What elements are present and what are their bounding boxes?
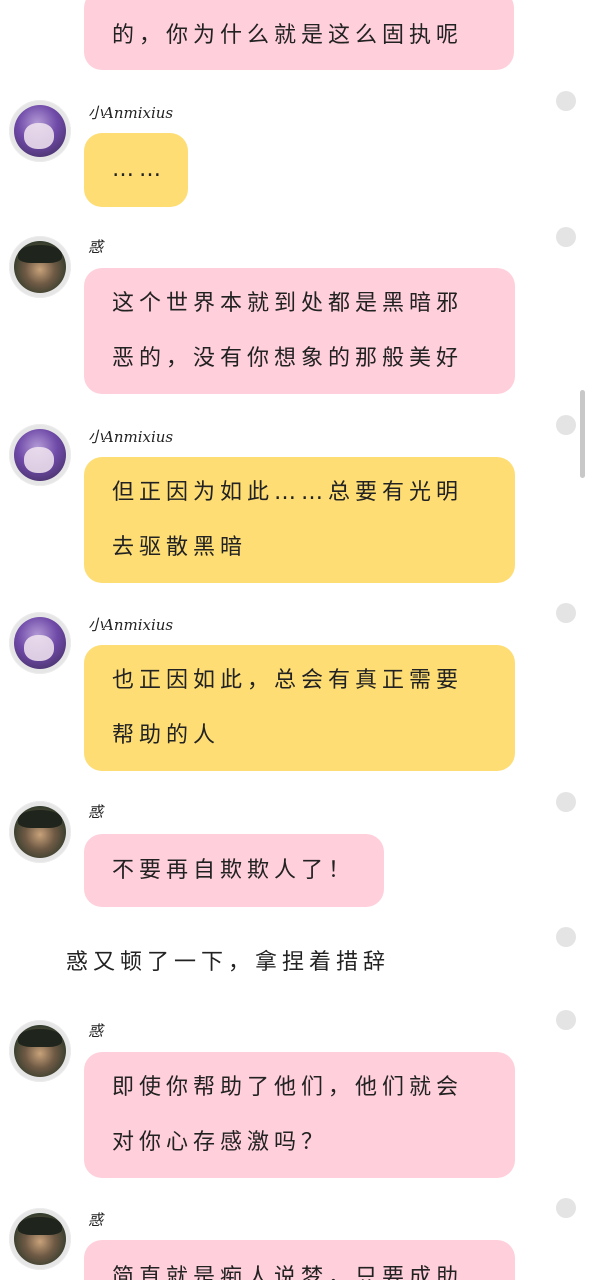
message-line: 去驱散黑暗 xyxy=(112,535,248,560)
message-line: 帮助的人 xyxy=(112,723,221,748)
message-bubble[interactable]: 也正因如此，总会有真正需要 帮助的人 xyxy=(84,645,515,771)
message-text: …… xyxy=(112,157,166,182)
message-line: 对你心存感激吗？ xyxy=(112,1130,329,1155)
avatar[interactable] xyxy=(9,236,71,298)
sender-name: 小Anmixius xyxy=(88,616,174,634)
message-select-dot[interactable] xyxy=(556,927,576,947)
sender-name: 惑 xyxy=(88,1022,104,1040)
message-line: 即使你帮助了他们，他们就会 xyxy=(112,1075,464,1100)
message-bubble[interactable]: 但正因为如此……总要有光明 去驱散黑暗 xyxy=(84,457,515,583)
message-select-dot[interactable] xyxy=(556,792,576,812)
sender-name: 小Anmixius xyxy=(88,428,174,446)
avatar-image xyxy=(14,241,66,293)
avatar[interactable] xyxy=(9,424,71,486)
sender-name: 惑 xyxy=(88,803,104,821)
message-select-dot[interactable] xyxy=(556,1010,576,1030)
message-select-dot[interactable] xyxy=(556,227,576,247)
narration-text: 惑又顿了一下，拿捏着措辞 xyxy=(66,950,391,975)
message-text: 的，你为什么就是这么固执呢 xyxy=(112,23,464,48)
avatar[interactable] xyxy=(9,1208,71,1270)
sender-name: 小Anmixius xyxy=(88,104,174,122)
avatar-image xyxy=(14,617,66,669)
avatar-image xyxy=(14,429,66,481)
message-select-dot[interactable] xyxy=(556,415,576,435)
avatar[interactable] xyxy=(9,100,71,162)
sender-name: 惑 xyxy=(88,238,104,256)
message-line: 这个世界本就到处都是黑暗邪 xyxy=(112,291,464,316)
sender-name: 惑 xyxy=(88,1211,104,1229)
message-text: 不要再自欺欺人了！ xyxy=(112,858,356,883)
avatar[interactable] xyxy=(9,612,71,674)
message-bubble[interactable]: 不要再自欺欺人了！ xyxy=(84,834,384,907)
message-line: 但正因为如此……总要有光明 xyxy=(112,480,464,505)
message-bubble[interactable]: …… xyxy=(84,133,188,207)
message-line: 恶的，没有你想象的那般美好 xyxy=(112,346,464,371)
message-bubble[interactable]: 简直就是痴人说梦，只要成助 xyxy=(84,1240,515,1280)
message-select-dot[interactable] xyxy=(556,1198,576,1218)
message-select-dot[interactable] xyxy=(556,91,576,111)
message-bubble[interactable]: 即使你帮助了他们，他们就会 对你心存感激吗？ xyxy=(84,1052,515,1178)
avatar-image xyxy=(14,1025,66,1077)
scrollbar[interactable] xyxy=(580,390,585,478)
message-line: 也正因如此，总会有真正需要 xyxy=(112,668,464,693)
message-bubble[interactable]: 这个世界本就到处都是黑暗邪 恶的，没有你想象的那般美好 xyxy=(84,268,515,394)
message-bubble[interactable]: 的，你为什么就是这么固执呢 xyxy=(84,0,514,70)
avatar[interactable] xyxy=(9,801,71,863)
message-text: 简直就是痴人说梦，只要成助 xyxy=(112,1265,464,1280)
message-select-dot[interactable] xyxy=(556,603,576,623)
avatar-image xyxy=(14,105,66,157)
avatar[interactable] xyxy=(9,1020,71,1082)
avatar-image xyxy=(14,1213,66,1265)
avatar-image xyxy=(14,806,66,858)
